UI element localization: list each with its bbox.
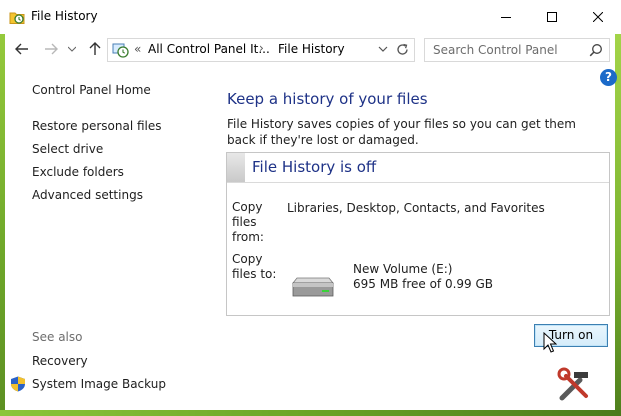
restore-personal-files-link[interactable]: Restore personal files bbox=[32, 119, 162, 133]
address-dropdown-icon[interactable] bbox=[376, 42, 390, 56]
drive-free-space: 695 MB free of 0.99 GB bbox=[353, 277, 494, 291]
arrow-right-icon bbox=[45, 43, 58, 55]
system-image-backup-link[interactable]: System Image Backup bbox=[32, 377, 166, 391]
window-title: File History bbox=[31, 9, 98, 23]
copy-from-label: Copy files from: bbox=[232, 200, 264, 245]
page-title: Keep a history of your files bbox=[227, 90, 428, 108]
copy-to-label-line: files to: bbox=[232, 267, 277, 281]
refresh-icon[interactable] bbox=[394, 41, 411, 58]
recovery-link[interactable]: Recovery bbox=[32, 354, 88, 368]
up-button[interactable] bbox=[86, 40, 104, 58]
drive-icon bbox=[292, 277, 334, 297]
file-history-window: File History « All Control Panel It... ›… bbox=[0, 0, 621, 416]
maximize-button[interactable] bbox=[529, 0, 575, 34]
close-button[interactable] bbox=[575, 0, 621, 34]
copy-from-label-line: Copy bbox=[232, 200, 263, 214]
recent-locations-button[interactable] bbox=[66, 40, 78, 58]
select-drive-link[interactable]: Select drive bbox=[32, 142, 103, 156]
status-panel: File History is off Copy files from: Lib… bbox=[226, 152, 610, 316]
arrow-left-icon bbox=[15, 43, 28, 55]
uac-shield-icon bbox=[11, 376, 25, 392]
title-bar[interactable]: File History bbox=[0, 0, 621, 34]
mouse-cursor-icon bbox=[543, 332, 557, 353]
chevron-down-icon bbox=[68, 46, 76, 52]
address-bar[interactable]: « All Control Panel It... › File History bbox=[107, 38, 415, 62]
close-icon bbox=[593, 12, 603, 22]
breadcrumb-all-control-panel[interactable]: All Control Panel It... bbox=[148, 42, 270, 56]
copy-to-label-line: Copy bbox=[232, 252, 263, 266]
minimize-button[interactable] bbox=[483, 0, 529, 34]
help-icon[interactable]: ? bbox=[600, 69, 617, 86]
copy-from-label-line: files bbox=[232, 215, 257, 229]
back-button[interactable] bbox=[13, 40, 31, 58]
forward-button[interactable] bbox=[42, 40, 60, 58]
minimize-icon bbox=[501, 17, 511, 18]
arrow-up-icon bbox=[89, 42, 101, 55]
control-panel-home-link[interactable]: Control Panel Home bbox=[32, 83, 151, 97]
search-icon[interactable] bbox=[589, 43, 603, 57]
status-strip bbox=[227, 153, 245, 182]
file-history-app-icon bbox=[9, 12, 25, 24]
copy-from-value: Libraries, Desktop, Contacts, and Favori… bbox=[287, 201, 545, 215]
breadcrumb-separator[interactable]: › bbox=[259, 41, 264, 55]
breadcrumb-file-history[interactable]: File History bbox=[278, 42, 345, 56]
hammer-wrench-logo-icon bbox=[554, 364, 596, 406]
control-panel-icon bbox=[112, 43, 129, 58]
page-description: File History saves copies of your files … bbox=[227, 117, 576, 147]
status-title: File History is off bbox=[252, 158, 377, 176]
exclude-folders-link[interactable]: Exclude folders bbox=[32, 165, 124, 179]
desktop-edge-bottom bbox=[0, 410, 621, 416]
see-also-heading: See also bbox=[32, 330, 83, 344]
status-panel-header: File History is off bbox=[227, 153, 609, 183]
search-box[interactable]: Search Control Panel bbox=[424, 38, 610, 62]
maximize-icon bbox=[547, 12, 557, 22]
breadcrumb-overflow[interactable]: « bbox=[134, 42, 141, 56]
search-input[interactable]: Search Control Panel bbox=[433, 43, 558, 57]
drive-name: New Volume (E:) bbox=[353, 262, 453, 276]
advanced-settings-link[interactable]: Advanced settings bbox=[32, 188, 143, 202]
copy-to-label: Copy files to: bbox=[232, 252, 276, 282]
copy-from-label-line: from: bbox=[232, 230, 264, 244]
